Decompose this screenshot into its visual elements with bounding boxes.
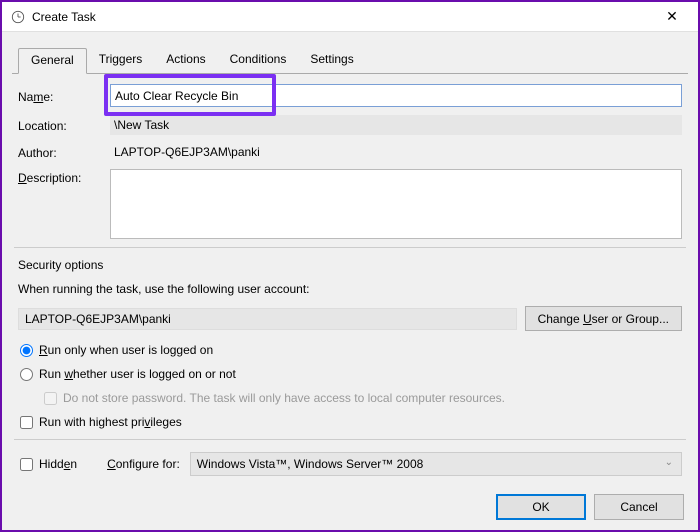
tab-actions[interactable]: Actions bbox=[154, 48, 217, 73]
highest-privileges-checkbox[interactable]: Run with highest privileges bbox=[18, 415, 682, 429]
tab-panel-general: Name: Location: \New Task Author: LAPTOP… bbox=[12, 74, 688, 482]
run-whether-input[interactable] bbox=[20, 368, 33, 381]
description-input[interactable] bbox=[110, 169, 682, 239]
app-icon bbox=[10, 9, 26, 25]
description-label: Description: bbox=[18, 169, 110, 185]
dialog-footer: OK Cancel bbox=[488, 494, 684, 520]
location-label: Location: bbox=[18, 117, 110, 133]
cancel-button[interactable]: Cancel bbox=[594, 494, 684, 520]
tab-strip: General Triggers Actions Conditions Sett… bbox=[12, 48, 688, 74]
configure-for-label: Configure for: bbox=[107, 457, 180, 471]
when-running-label: When running the task, use the following… bbox=[18, 282, 682, 296]
do-not-store-checkbox: Do not store password. The task will onl… bbox=[42, 391, 682, 405]
ok-button[interactable]: OK bbox=[496, 494, 586, 520]
location-value: \New Task bbox=[110, 115, 682, 135]
author-label: Author: bbox=[18, 144, 110, 160]
tab-conditions[interactable]: Conditions bbox=[218, 48, 299, 73]
security-options-label: Security options bbox=[18, 258, 682, 272]
do-not-store-input bbox=[44, 392, 57, 405]
user-account-display: LAPTOP-Q6EJP3AM\panki bbox=[18, 308, 517, 330]
title-bar: Create Task ✕ bbox=[2, 2, 698, 32]
tab-general[interactable]: General bbox=[18, 48, 87, 74]
author-value: LAPTOP-Q6EJP3AM\panki bbox=[110, 143, 682, 161]
chevron-down-icon: ⌄ bbox=[665, 457, 673, 468]
name-input[interactable] bbox=[110, 84, 682, 107]
name-label: Name: bbox=[18, 88, 110, 104]
run-logged-on-radio[interactable]: Run only when user is logged on bbox=[18, 343, 682, 357]
tab-triggers[interactable]: Triggers bbox=[87, 48, 155, 73]
run-whether-radio[interactable]: Run whether user is logged on or not bbox=[18, 367, 682, 381]
configure-for-value: Windows Vista™, Windows Server™ 2008 bbox=[197, 457, 424, 471]
highest-privileges-input[interactable] bbox=[20, 416, 33, 429]
window-title: Create Task bbox=[32, 10, 650, 24]
change-user-button[interactable]: Change User or Group... bbox=[525, 306, 682, 331]
security-options-group: Security options When running the task, … bbox=[18, 258, 682, 429]
run-logged-on-input[interactable] bbox=[20, 344, 33, 357]
hidden-input[interactable] bbox=[20, 458, 33, 471]
configure-for-combo[interactable]: Windows Vista™, Windows Server™ 2008 ⌄ bbox=[190, 452, 682, 476]
hidden-checkbox[interactable]: Hidden bbox=[18, 457, 77, 471]
tab-settings[interactable]: Settings bbox=[298, 48, 365, 73]
close-button[interactable]: ✕ bbox=[650, 3, 694, 31]
